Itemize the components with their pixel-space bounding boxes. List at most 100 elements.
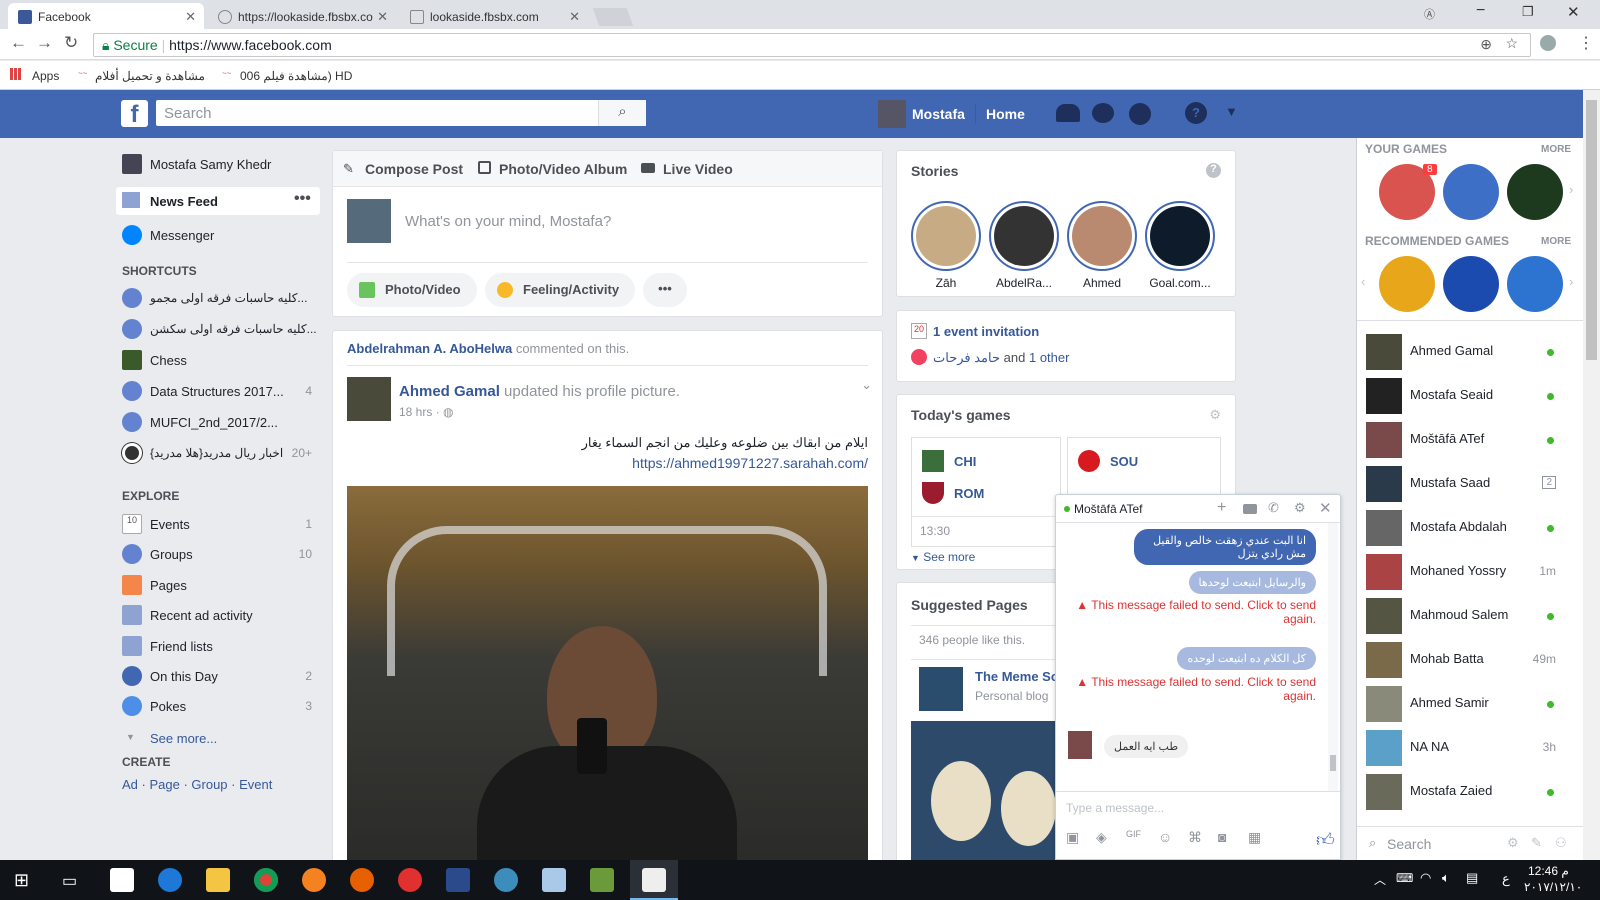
contact-row[interactable]: Ahmed Gamal [1366,332,1566,372]
contact-row[interactable]: Moštāfā ATef [1366,420,1566,460]
chat-message-input[interactable]: Type a message... [1066,801,1164,815]
shortcut-item[interactable]: كليه حاسبات فرقه اولى سكشن... [122,319,317,345]
input-language[interactable]: ع [1502,871,1510,887]
add-friend-icon[interactable]: + [1217,499,1226,517]
account-menu-icon[interactable]: ▼ [1225,104,1238,119]
shortcut-item[interactable]: Data Structures 2017... 4 [122,381,312,407]
message-bubble-failed[interactable]: والرسايل ابتيعت لوحدها [1188,571,1316,594]
minimize-icon[interactable]: − [1476,2,1485,20]
facebook-logo-icon[interactable]: f [121,100,148,128]
shortcut-item[interactable]: Chess [122,350,312,376]
contact-row[interactable]: Mohaned Yossry 1m [1366,552,1566,592]
inviter-link[interactable]: حامد فرحات [933,350,1000,365]
attachment-icon[interactable]: ⌘ [1188,829,1206,847]
close-tab-icon[interactable]: ✕ [185,9,196,25]
story-item[interactable]: Ahmed [1067,201,1137,290]
gif-icon[interactable]: GIF [1126,829,1144,847]
commenter-link[interactable]: Abdelrahman A. AboHelwa [347,341,512,356]
clock-time[interactable]: 12:46 م [1528,864,1569,878]
feeling-activity-button[interactable]: Feeling/Activity [485,273,635,307]
maximize-icon[interactable]: ❐ [1522,4,1534,20]
match-card[interactable]: CHI ROM 13:30 [911,437,1061,547]
page-name-link[interactable]: The Meme Sc [975,669,1058,684]
profile-picture-photo[interactable] [347,486,868,860]
gear-icon[interactable]: ⚙ [1294,500,1306,516]
photo-icon[interactable]: ▣ [1066,829,1084,847]
sidebar-item-ad-activity[interactable]: Recent ad activity [122,605,312,631]
author-link[interactable]: Ahmed Gamal [399,383,500,400]
send-failed-notice[interactable]: ▲ This message failed to send. Click to … [1076,598,1316,626]
more-games-link[interactable]: MORE [1541,144,1571,155]
message-bubble-failed[interactable]: كل الكلام ده ابتيعت لوحده [1177,647,1316,670]
story-item[interactable]: Zāh [911,201,981,290]
page-avatar[interactable] [919,667,963,711]
close-tab-icon[interactable]: ✕ [569,9,580,25]
contact-row[interactable]: Mohab Batta 49m [1366,640,1566,680]
app-icon[interactable] [302,868,326,892]
game-icon[interactable] [1443,164,1499,220]
tab-lookaside-2[interactable]: lookaside.fbsbx.com ✕ [400,3,588,29]
shortcut-item[interactable]: اخبار ريال مدريد{هلا مدريد} 20+ [122,443,312,469]
emoji-icon[interactable]: ☺ [1158,829,1176,847]
bookmark-movies-1[interactable]: مشاهدة و تحميل أفلام [95,69,205,83]
story-item[interactable]: AbdelRa... [989,201,1059,290]
new-tab-button[interactable] [592,8,634,26]
contact-row[interactable]: Mostafa Abdalah [1366,508,1566,548]
contact-row[interactable]: Mostafa Zaied [1366,772,1566,812]
home-link[interactable]: Home [986,106,1025,122]
thumbs-up-icon[interactable]: 👍︎ [1316,829,1335,850]
tab-facebook[interactable]: Facebook ✕ [8,3,204,29]
bookmark-movies-2[interactable]: مشاهدة فيلم 006) HD [240,69,352,83]
news-feed-row[interactable]: News Feed ••• [116,187,320,215]
gear-icon[interactable]: ⚙ [1209,407,1221,423]
notifications-globe-icon[interactable] [1129,103,1151,125]
contact-row[interactable]: Ahmed Samir [1366,684,1566,724]
app-icon[interactable] [398,868,422,892]
contact-row[interactable]: Mustafa Saad 2 [1366,464,1566,504]
sidebar-item-friend-lists[interactable]: Friend lists [122,636,312,662]
close-tab-icon[interactable]: ✕ [373,9,388,25]
tab-live-video[interactable]: Live Video [663,161,733,177]
tab-compose-post[interactable]: Compose Post [365,161,463,177]
back-icon[interactable]: ← [10,33,27,53]
windows-start-icon[interactable]: ⊞ [14,870,29,891]
scroll-thumb[interactable] [1330,755,1336,771]
clock-date[interactable]: ٢٠١٧/١٢/١٠ [1524,880,1582,894]
contact-search-input[interactable]: Search [1387,836,1431,852]
bookmark-star-icon[interactable]: ☆ [1505,35,1518,52]
sidebar-item-messenger[interactable]: Messenger [122,225,312,251]
page-scrollbar[interactable] [1583,90,1600,860]
chat-scrollbar[interactable] [1328,523,1338,791]
see-more-link[interactable]: ▼ See more... [122,728,312,754]
message-bubble-incoming[interactable]: طب ايه العمل [1104,735,1189,758]
more-recommended-link[interactable]: MORE [1541,236,1571,247]
file-explorer-icon[interactable] [206,868,230,892]
game-icon[interactable] [1443,256,1499,312]
photo-video-button[interactable]: Photo/Video [347,273,477,307]
camera-icon[interactable]: ◙ [1218,829,1236,847]
wifi-icon[interactable]: ◠ [1420,870,1431,886]
tab-photo-album[interactable]: Photo/Video Album [499,161,627,177]
game-icon[interactable] [1507,164,1563,220]
gear-icon[interactable]: ⚙ [1507,835,1519,851]
sidebar-item-events[interactable]: 10 Events 1 [122,514,312,540]
scroll-thumb[interactable] [1586,100,1597,360]
create-event-link[interactable]: Event [239,777,272,792]
app-icon[interactable] [590,868,614,892]
create-group-link[interactable]: Group [191,777,227,792]
fb-search-input[interactable]: Search ⌕ [156,100,646,126]
contact-row[interactable]: NA NA 3h [1366,728,1566,768]
zoom-icon[interactable]: ⊕ [1480,36,1492,53]
more-options-icon[interactable]: ••• [294,190,311,208]
shortcut-item[interactable]: MUFCI_2nd_2017/2... [122,412,312,438]
help-icon[interactable]: ? [1185,102,1207,124]
help-icon[interactable]: ? [1206,163,1221,178]
chevron-right-icon[interactable]: › [1569,274,1573,289]
tab-lookaside-1[interactable]: https://lookaside.fbsbx.co ✕ [208,3,396,29]
menu-icon[interactable]: ⋮ [1578,33,1594,53]
dev-app-icon[interactable] [446,868,470,892]
send-failed-notice[interactable]: ▲ This message failed to send. Click to … [1076,675,1316,703]
phone-icon[interactable]: ✆ [1268,500,1279,516]
language-icon[interactable]: ⌨ [1396,871,1413,885]
new-group-icon[interactable]: ⚇ [1555,835,1567,851]
